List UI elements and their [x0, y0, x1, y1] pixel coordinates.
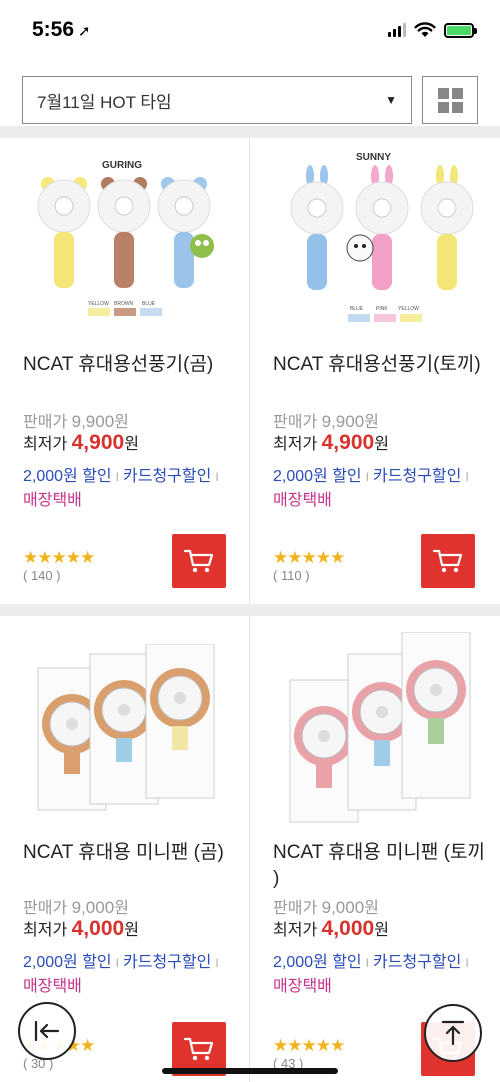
- review-count: ( 140 ): [23, 568, 61, 583]
- add-to-cart-button[interactable]: [172, 534, 226, 588]
- rating-stars: ★★★★★: [273, 548, 345, 567]
- discount-info: 2,000원 할인 I 카드청구할인 I: [273, 468, 469, 485]
- back-to-start-button[interactable]: [18, 1002, 76, 1060]
- date-filter-value: 7월11일 HOT 타임: [37, 92, 172, 112]
- image-color-text: YELLOW: [398, 306, 419, 312]
- product-name[interactable]: NCAT 휴대용 미니팬 (곰): [23, 840, 238, 866]
- discount-info: 2,000원 할인 I 카드청구할인 I: [23, 954, 219, 971]
- product-image[interactable]: [14, 644, 236, 840]
- home-indicator[interactable]: [162, 1068, 338, 1074]
- lowest-price: 최저가 4,900원: [23, 431, 139, 454]
- rating-stars: ★★★★★: [273, 1036, 345, 1055]
- location-arrow-icon: ➚: [78, 23, 91, 40]
- product-image[interactable]: GURING YELLOW BROWN BLUE: [14, 148, 236, 344]
- cart-icon: [432, 549, 463, 573]
- discount-text: 2,000원 할인: [23, 468, 112, 485]
- back-to-start-icon: [34, 1020, 60, 1042]
- discount-text: 2,000원 할인: [23, 954, 112, 971]
- cart-icon: [183, 1037, 214, 1061]
- discount-info: 2,000원 할인 I 카드청구할인 I: [23, 468, 219, 485]
- list-price: 판매가 9,000원: [273, 898, 379, 917]
- status-bar: 5:56 ➚: [0, 0, 500, 62]
- card-discount-text: 카드청구할인: [373, 954, 462, 971]
- product-card[interactable]: GURING YELLOW BROWN BLUE NCAT 휴대용선풍기(곰) …: [0, 138, 249, 604]
- status-icons: [388, 22, 477, 38]
- discount-text: 2,000원 할인: [273, 468, 362, 485]
- lowest-price: 최저가 4,000원: [273, 917, 389, 940]
- list-price: 판매가 9,900원: [23, 412, 129, 431]
- wifi-icon: [414, 22, 436, 37]
- discount-info: 2,000원 할인 I 카드청구할인 I: [273, 954, 469, 971]
- image-brand-text: SUNNY: [356, 152, 391, 163]
- shipping-info: 매장택배: [23, 492, 82, 509]
- cart-icon: [183, 549, 214, 573]
- shipping-info: 매장택배: [273, 492, 332, 509]
- scroll-to-top-button[interactable]: [424, 1004, 482, 1062]
- section-divider: [0, 126, 500, 138]
- card-discount-text: 카드청구할인: [123, 954, 212, 971]
- chevron-down-icon: ▼: [385, 93, 397, 107]
- card-discount-text: 카드청구할인: [123, 468, 212, 485]
- signal-icon: [388, 23, 406, 37]
- product-name[interactable]: NCAT 휴대용선풍기(곰): [23, 352, 238, 378]
- product-name[interactable]: NCAT 휴대용 미니팬 (토끼 ): [273, 840, 488, 892]
- list-price: 판매가 9,900원: [273, 412, 379, 431]
- lowest-price: 최저가 4,900원: [273, 431, 389, 454]
- image-brand-text: GURING: [102, 160, 142, 171]
- product-image[interactable]: SUNNY BLUE PINK YELLOW: [264, 146, 486, 342]
- add-to-cart-button[interactable]: [421, 534, 475, 588]
- image-color-text: PINK: [376, 306, 388, 312]
- discount-text: 2,000원 할인: [273, 954, 362, 971]
- lowest-price: 최저가 4,000원: [23, 917, 139, 940]
- status-time: 5:56 ➚: [32, 18, 91, 41]
- image-color-text: BLUE: [142, 301, 156, 307]
- row-divider: [0, 604, 500, 616]
- product-name[interactable]: NCAT 휴대용선풍기(토끼): [273, 352, 488, 378]
- shipping-info: 매장택배: [23, 978, 82, 995]
- shipping-info: 매장택배: [273, 978, 332, 995]
- product-card[interactable]: SUNNY BLUE PINK YELLOW NCAT 휴대용선풍기(토끼) 판…: [250, 138, 499, 604]
- product-image[interactable]: [264, 632, 486, 828]
- card-discount-text: 카드청구할인: [373, 468, 462, 485]
- review-count: ( 110 ): [273, 568, 310, 583]
- battery-icon: [444, 22, 477, 38]
- rating-stars: ★★★★★: [23, 548, 95, 567]
- image-color-text: BROWN: [114, 301, 134, 307]
- scroll-to-top-icon: [441, 1020, 465, 1046]
- image-color-text: YELLOW: [88, 301, 109, 307]
- image-color-text: BLUE: [350, 306, 364, 312]
- grid-view-button[interactable]: [422, 76, 478, 124]
- date-filter-select[interactable]: 7월11일 HOT 타임 ▼: [22, 76, 412, 124]
- list-price: 판매가 9,000원: [23, 898, 129, 917]
- filter-bar: 7월11일 HOT 타임 ▼: [0, 62, 500, 126]
